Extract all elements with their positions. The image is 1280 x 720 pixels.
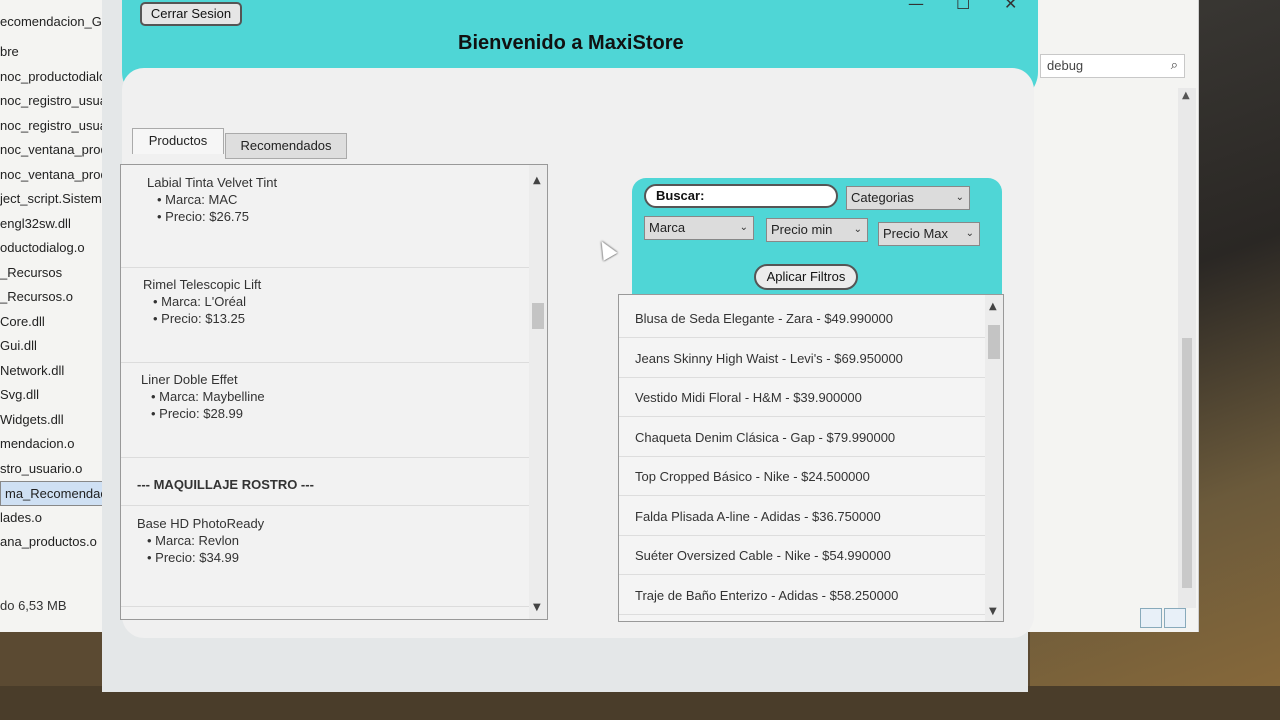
price-min-value: Precio min [771, 222, 833, 237]
chevron-down-icon: ⌄ [955, 192, 964, 203]
price-max-select[interactable]: Precio Max ⌄ [878, 222, 980, 246]
result-row[interactable]: Vestido Midi Floral - H&M - $39.900000 [619, 378, 985, 417]
list-item[interactable]: Liner Doble Effet • Marca: Maybelline • … [121, 362, 529, 458]
category-select-value: Categorias [851, 190, 914, 205]
explorer-file-list: bre noc_productodialog. noc_registro_usuar… [0, 40, 110, 555]
maximize-icon[interactable]: ☐ [956, 0, 970, 13]
explorer-search-input[interactable]: debug ⌕ [1040, 54, 1185, 78]
list-view-icon[interactable] [1164, 608, 1186, 628]
result-row[interactable]: Top Cropped Básico - Nike - $24.500000 [619, 457, 985, 496]
file-list-item[interactable]: _Recursos.o [0, 285, 110, 310]
logout-button[interactable]: Cerrar Sesion [140, 2, 242, 26]
close-icon[interactable]: ✕ [1004, 0, 1017, 13]
minimize-icon[interactable]: — [908, 0, 924, 13]
file-list-item[interactable]: lades.o [0, 506, 110, 531]
scroll-down-icon[interactable]: ▼ [533, 602, 541, 613]
tab-recomendados[interactable]: Recomendados [225, 133, 347, 159]
file-list-item[interactable]: ma_Recomendac [0, 481, 108, 506]
category-select[interactable]: Categorias ⌄ [846, 186, 970, 210]
search-label: Buscar: [656, 188, 705, 203]
file-list-item[interactable]: noc_ventana_produc [0, 163, 110, 188]
product-name: Liner Doble Effet [141, 372, 238, 387]
scroll-down-icon[interactable]: ▼ [989, 606, 997, 617]
product-name: Base HD PhotoReady [137, 516, 265, 531]
product-list-scrollbar[interactable]: ▲ ▼ [529, 165, 547, 619]
scrollbar-thumb[interactable] [532, 303, 544, 329]
list-item[interactable]: Labial Tinta Velvet Tint • Marca: MAC • … [121, 165, 529, 268]
file-list-item[interactable]: noc_ventana_produc [0, 138, 110, 163]
result-row[interactable]: Suéter Oversized Cable - Nike - $54.9900… [619, 536, 985, 575]
file-list-item[interactable]: mendacion.o [0, 432, 110, 457]
result-row[interactable]: Jeans Skinny High Waist - Levi's - $69.9… [619, 339, 985, 378]
scroll-up-icon[interactable]: ▲ [1182, 90, 1190, 101]
list-item[interactable]: Rimel Telescopic Lift • Marca: L'Oréal •… [121, 267, 529, 363]
file-list-item[interactable]: stro_usuario.o [0, 457, 110, 482]
product-price: • Precio: $26.75 [157, 209, 249, 224]
file-list-item[interactable]: engl32sw.dll [0, 212, 110, 237]
product-price: • Precio: $28.99 [151, 406, 243, 421]
result-row[interactable]: Blusa de Seda Elegante - Zara - $49.9900… [619, 299, 985, 338]
product-list[interactable]: Labial Tinta Velvet Tint • Marca: MAC • … [120, 164, 548, 620]
tab-productos[interactable]: Productos [132, 128, 224, 154]
search-field[interactable]: Buscar: [644, 184, 838, 208]
file-list-item[interactable]: oductodialog.o [0, 236, 110, 261]
scroll-up-icon[interactable]: ▲ [989, 301, 997, 312]
product-brand: • Marca: MAC [157, 192, 238, 207]
file-list-item[interactable]: Core.dll [0, 310, 110, 335]
product-brand: • Marca: Maybelline [151, 389, 265, 404]
product-brand: • Marca: L'Oréal [153, 294, 247, 309]
file-list-item[interactable]: ject_script.Sistema_ [0, 187, 110, 212]
chevron-down-icon: ⌄ [739, 222, 748, 233]
maxistore-window: — ☐ ✕ Cerrar Sesion Bienvenido a MaxiSto… [102, 0, 1038, 692]
product-brand: • Marca: Revlon [147, 533, 239, 548]
file-list-item[interactable]: noc_productodialog. [0, 65, 110, 90]
explorer-scrollbar[interactable]: ▲ [1178, 88, 1196, 608]
scrollbar-thumb[interactable] [1182, 338, 1192, 588]
product-name: Rimel Telescopic Lift [143, 277, 262, 292]
file-list-item[interactable]: Network.dll [0, 359, 110, 384]
result-row[interactable]: Traje de Baño Enterizo - Adidas - $58.25… [619, 576, 985, 615]
brand-select-value: Marca [649, 220, 686, 235]
product-price: • Precio: $34.99 [147, 550, 239, 565]
view-mode-buttons[interactable] [1140, 608, 1190, 630]
scroll-up-icon[interactable]: ▲ [533, 175, 541, 186]
price-min-select[interactable]: Precio min ⌄ [766, 218, 868, 242]
file-list-item[interactable]: noc_registro_usuario [0, 89, 110, 114]
apply-filters-button[interactable]: Aplicar Filtros [754, 264, 858, 290]
result-row[interactable]: Falda Plisada A-line - Adidas - $36.7500… [619, 497, 985, 536]
search-input[interactable] [708, 187, 813, 204]
file-list-item[interactable]: noc_registro_usuario [0, 114, 110, 139]
chevron-down-icon: ⌄ [965, 228, 974, 239]
result-row[interactable]: Chaqueta Denim Clásica - Gap - $79.99000… [619, 418, 985, 457]
details-view-icon[interactable] [1140, 608, 1162, 628]
product-name: Labial Tinta Velvet Tint [147, 175, 278, 190]
filter-panel: Buscar: Categorias ⌄ Marca ⌄ Precio min … [632, 178, 1002, 308]
category-header: --- MAQUILLAJE ROSTRO --- [137, 477, 314, 492]
product-price: • Precio: $13.25 [153, 311, 245, 326]
explorer-status-text: do 6,53 MB [0, 598, 67, 613]
file-list-item[interactable]: Widgets.dll [0, 408, 110, 433]
results-scrollbar[interactable]: ▲ ▼ [985, 295, 1003, 621]
page-title: Bienvenido a MaxiStore [458, 32, 684, 54]
explorer-search-text: debug [1047, 58, 1084, 73]
file-list-item[interactable]: bre [0, 40, 110, 65]
price-max-value: Precio Max [883, 226, 949, 241]
brand-select[interactable]: Marca ⌄ [644, 216, 754, 240]
file-list-item[interactable]: _Recursos [0, 261, 110, 286]
results-list[interactable]: Traje de Baño Enterizo - Adidas - $58.25… [618, 294, 1004, 622]
file-list-item[interactable]: Gui.dll [0, 334, 110, 359]
scrollbar-thumb[interactable] [988, 325, 1000, 359]
file-list-item[interactable]: ana_productos.o [0, 530, 110, 555]
file-list-item[interactable]: Svg.dll [0, 383, 110, 408]
list-item[interactable]: Base HD PhotoReady • Marca: Revlon • Pre… [121, 505, 529, 607]
search-icon[interactable]: ⌕ [1171, 57, 1178, 73]
chevron-down-icon: ⌄ [853, 224, 862, 235]
